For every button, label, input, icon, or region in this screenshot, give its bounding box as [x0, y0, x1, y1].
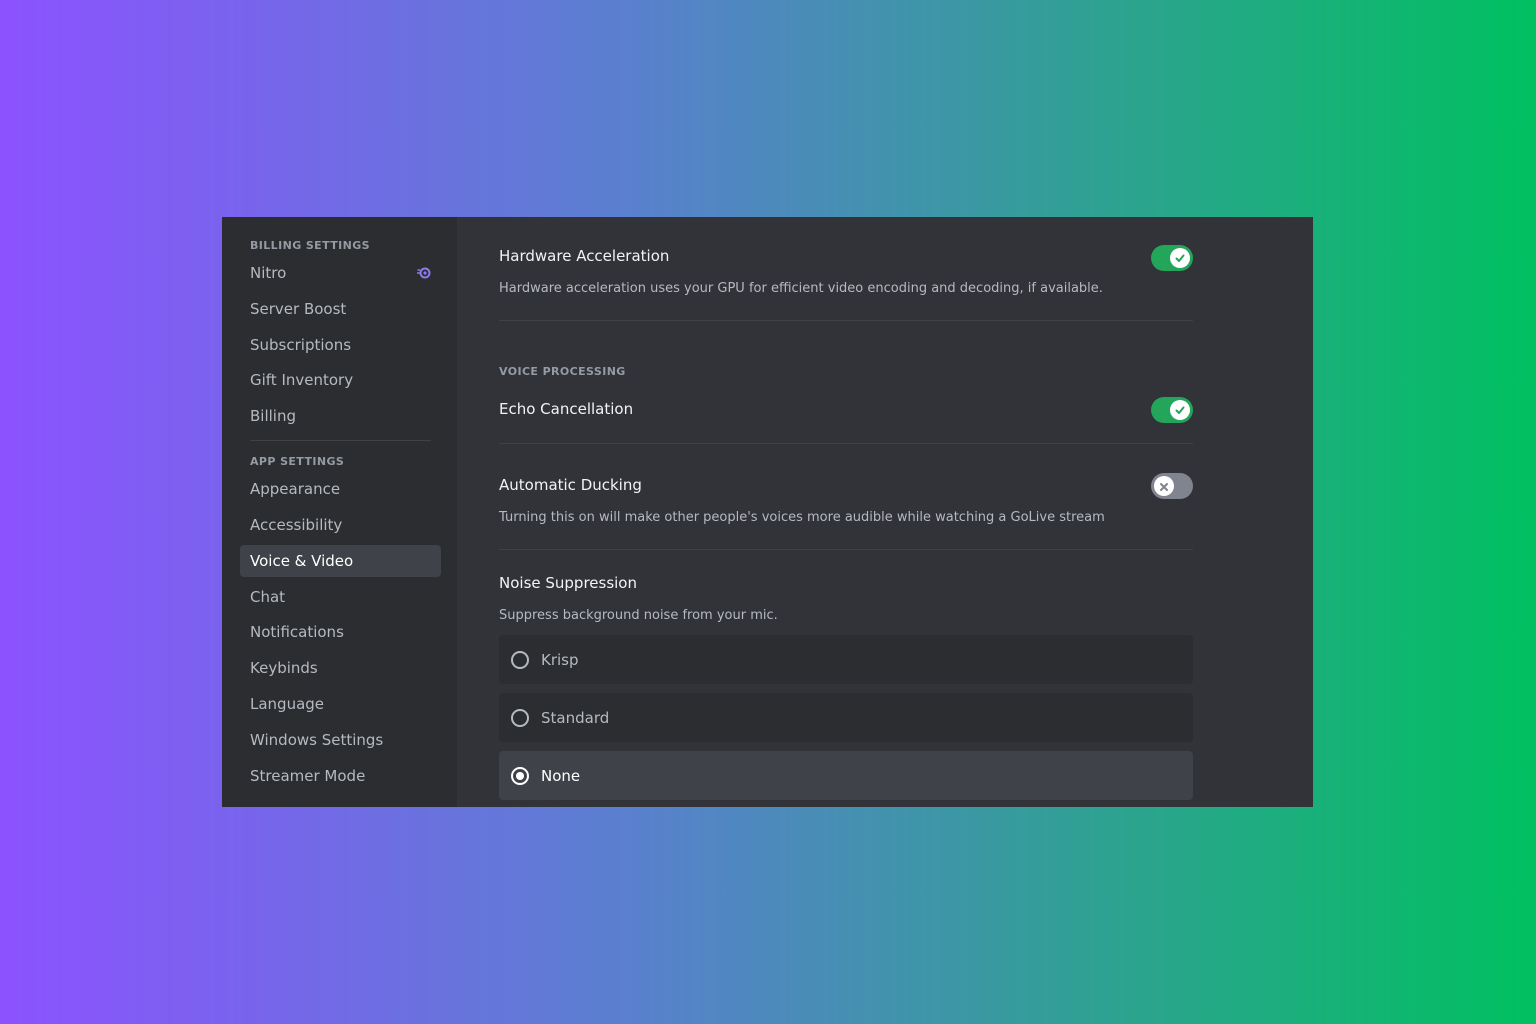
- sidebar-item-label: Windows Settings: [250, 730, 384, 749]
- echo-cancellation-toggle[interactable]: [1151, 397, 1193, 423]
- billing-settings-header: BILLING SETTINGS: [250, 239, 370, 252]
- sidebar-item-streamer-mode[interactable]: Streamer Mode: [240, 760, 441, 792]
- sidebar-item-label: Server Boost: [250, 299, 347, 318]
- sidebar-item-chat[interactable]: Chat: [240, 581, 441, 613]
- sidebar-item-label: Keybinds: [250, 659, 318, 678]
- hardware-acceleration-setting: Hardware Acceleration Hardware accelerat…: [499, 245, 1193, 305]
- noise-suppression-option-none[interactable]: None: [499, 751, 1193, 800]
- sidebar-item-label: Nitro: [250, 264, 287, 282]
- automatic-ducking-title: Automatic Ducking: [499, 476, 642, 494]
- section-divider: [499, 443, 1193, 444]
- hardware-acceleration-title: Hardware Acceleration: [499, 247, 670, 265]
- toggle-knob: [1170, 400, 1190, 420]
- sidebar-item-label: Subscriptions: [250, 335, 352, 354]
- noise-suppression-description: Suppress background noise from your mic.: [499, 608, 778, 623]
- settings-content: Hardware Acceleration Hardware accelerat…: [457, 217, 1313, 807]
- app-settings-header: APP SETTINGS: [250, 455, 345, 469]
- sidebar-item-accessibility[interactable]: Accessibility: [240, 509, 441, 541]
- voice-processing-header: VOICE PROCESSING: [499, 365, 626, 378]
- sidebar-item-gift-inventory[interactable]: Gift Inventory: [240, 364, 441, 396]
- sidebar-item-label: Notifications: [250, 623, 344, 642]
- sidebar-item-label: Gift Inventory: [250, 371, 354, 390]
- sidebar-item-label: Streamer Mode: [250, 766, 366, 785]
- section-divider: [499, 320, 1193, 321]
- radio-option-label: None: [541, 766, 581, 785]
- sidebar-item-label: Voice & Video: [250, 551, 354, 570]
- sidebar-item-label: Chat: [250, 587, 286, 606]
- hardware-acceleration-toggle[interactable]: [1151, 245, 1193, 271]
- radio-button-selected: [511, 766, 529, 785]
- sidebar-item-language[interactable]: Language: [240, 688, 441, 720]
- sidebar-item-label: Billing: [250, 407, 296, 426]
- radio-dot: [516, 771, 524, 780]
- noise-suppression-option-krisp[interactable]: Krisp: [499, 635, 1193, 684]
- sidebar-item-label: Language: [250, 694, 325, 713]
- toggle-knob: [1170, 248, 1190, 268]
- sidebar-item-label: Appearance: [250, 480, 341, 499]
- radio-option-label: Krisp: [541, 650, 579, 669]
- sidebar-item-label: Accessibility: [250, 515, 343, 534]
- checkmark-icon: [1174, 401, 1186, 420]
- automatic-ducking-toggle[interactable]: [1151, 473, 1193, 499]
- echo-cancellation-title: Echo Cancellation: [499, 400, 634, 418]
- automatic-ducking-description: Turning this on will make other people's…: [499, 510, 1105, 525]
- radio-button: [511, 650, 529, 669]
- settings-sidebar: BILLING SETTINGS Nitro Server Boost Subs…: [222, 217, 457, 807]
- radio-option-label: Standard: [541, 708, 610, 727]
- sidebar-item-keybinds[interactable]: Keybinds: [240, 652, 441, 684]
- checkmark-icon: [1174, 249, 1186, 268]
- sidebar-item-notifications[interactable]: Notifications: [240, 616, 441, 648]
- sidebar-item-nitro[interactable]: Nitro: [240, 257, 441, 289]
- noise-suppression-option-standard[interactable]: Standard: [499, 693, 1193, 742]
- x-icon: [1159, 477, 1169, 496]
- sidebar-item-appearance[interactable]: Appearance: [240, 473, 441, 505]
- settings-window: BILLING SETTINGS Nitro Server Boost Subs…: [222, 217, 1313, 807]
- sidebar-item-server-boost[interactable]: Server Boost: [240, 293, 441, 325]
- hardware-acceleration-description: Hardware acceleration uses your GPU for …: [499, 281, 1103, 296]
- sidebar-item-subscriptions[interactable]: Subscriptions: [240, 329, 441, 361]
- nitro-icon: [417, 266, 431, 280]
- radio-button: [511, 708, 529, 727]
- sidebar-item-billing[interactable]: Billing: [240, 400, 441, 432]
- sidebar-item-windows-settings[interactable]: Windows Settings: [240, 724, 441, 756]
- sidebar-divider: [250, 440, 431, 442]
- sidebar-item-voice-video[interactable]: Voice & Video: [240, 544, 441, 577]
- noise-suppression-title: Noise Suppression: [499, 574, 637, 592]
- automatic-ducking-setting: Automatic Ducking Turning this on will m…: [499, 473, 1193, 533]
- echo-cancellation-setting: Echo Cancellation: [499, 397, 1193, 423]
- section-divider: [499, 549, 1193, 550]
- toggle-knob: [1154, 476, 1174, 496]
